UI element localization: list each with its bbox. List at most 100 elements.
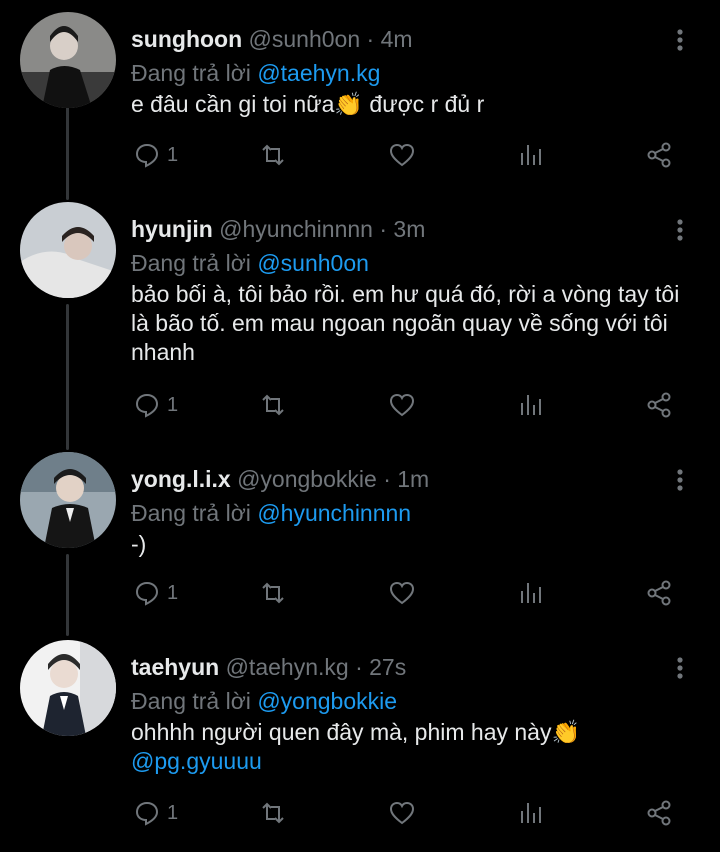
- avatar[interactable]: [20, 640, 116, 736]
- avatar[interactable]: [20, 12, 116, 108]
- share-icon: [647, 142, 671, 168]
- tweet-text: ohhhh người quen đây mà, phim hay này👏 @…: [131, 718, 691, 776]
- reply-button[interactable]: 1: [133, 138, 178, 172]
- tweet[interactable]: yong.l.i.x @yongbokkie · 1m Đang trả lời…: [0, 452, 720, 622]
- share-button[interactable]: [645, 138, 673, 172]
- tweet-text-part: bảo bối à, tôi bảo rồi. em hư quá đó, rờ…: [131, 281, 680, 365]
- retweet-button[interactable]: [259, 576, 287, 610]
- reply-count: 1: [167, 801, 179, 824]
- replying-mention[interactable]: @sunh0on: [257, 250, 369, 276]
- retweet-icon: [262, 144, 284, 166]
- reply-button[interactable]: 1: [133, 796, 178, 830]
- views-button[interactable]: [517, 388, 545, 422]
- reply-count: 1: [167, 143, 179, 166]
- action-bar: 1: [131, 576, 691, 610]
- share-button[interactable]: [645, 576, 673, 610]
- analytics-icon: [521, 803, 541, 823]
- share-icon: [647, 800, 671, 826]
- reply-count: 1: [167, 393, 179, 416]
- replying-label: Đang trả lời: [131, 500, 251, 526]
- share-button[interactable]: [645, 388, 673, 422]
- avatar[interactable]: [20, 452, 116, 548]
- tweet-text: bảo bối à, tôi bảo rồi. em hư quá đó, rờ…: [131, 280, 691, 367]
- analytics-icon: [521, 145, 541, 165]
- replying-mention[interactable]: @taehyn.kg: [257, 60, 380, 86]
- views-button[interactable]: [517, 796, 545, 830]
- tweet[interactable]: taehyun @taehyn.kg · 27s Đang trả lời @y…: [0, 640, 720, 840]
- replying-to: Đang trả lời @taehyn.kg: [131, 60, 380, 87]
- display-name[interactable]: taehyun: [131, 654, 219, 680]
- dot-separator: ·: [383, 466, 391, 492]
- display-name[interactable]: sunghoon: [131, 26, 242, 52]
- user-handle[interactable]: @yongbokkie: [237, 466, 377, 492]
- clapping-hands-emoji: 👏: [334, 91, 364, 117]
- tweet-text-part: -): [131, 531, 147, 557]
- reply-button[interactable]: 1: [133, 576, 178, 610]
- reply-icon: [135, 143, 159, 168]
- replying-mention[interactable]: @yongbokkie: [257, 688, 397, 714]
- share-icon: [647, 392, 671, 418]
- replying-label: Đang trả lời: [131, 60, 251, 86]
- views-button[interactable]: [517, 138, 545, 172]
- more-vertical-icon[interactable]: [670, 466, 690, 494]
- heart-icon: [389, 393, 415, 417]
- replying-label: Đang trả lời: [131, 688, 251, 714]
- timestamp[interactable]: 27s: [369, 654, 406, 680]
- timestamp[interactable]: 1m: [397, 466, 429, 492]
- dot-separator: ·: [366, 26, 375, 52]
- retweet-icon: [262, 582, 284, 604]
- views-button[interactable]: [517, 576, 545, 610]
- tweet-text: -): [131, 530, 691, 559]
- heart-icon: [389, 581, 415, 605]
- like-button[interactable]: [388, 576, 416, 610]
- more-vertical-icon[interactable]: [670, 216, 690, 244]
- action-bar: 1: [131, 138, 691, 172]
- timestamp[interactable]: 4m: [381, 26, 413, 52]
- share-button[interactable]: [645, 796, 673, 830]
- user-handle[interactable]: @taehyn.kg: [226, 654, 349, 680]
- retweet-button[interactable]: [259, 138, 287, 172]
- reply-button[interactable]: 1: [133, 388, 178, 422]
- tweet[interactable]: sunghoon @sunh0on · 4m Đang trả lời @tae…: [0, 12, 720, 192]
- timestamp[interactable]: 3m: [393, 216, 425, 242]
- dot-separator: ·: [379, 216, 388, 242]
- user-handle[interactable]: @hyunchinnnn: [219, 216, 373, 242]
- avatar[interactable]: [20, 202, 116, 298]
- user-handle[interactable]: @sunh0on: [249, 26, 361, 52]
- like-button[interactable]: [388, 796, 416, 830]
- more-vertical-icon[interactable]: [670, 26, 690, 54]
- replying-label: Đang trả lời: [131, 250, 251, 276]
- retweet-button[interactable]: [259, 796, 287, 830]
- tweet-header: taehyun @taehyn.kg · 27s: [131, 654, 406, 681]
- action-bar: 1: [131, 388, 691, 422]
- heart-icon: [389, 143, 415, 167]
- tweet-mention[interactable]: @pg.gyuuuu: [131, 748, 262, 774]
- reply-icon: [135, 801, 159, 826]
- more-vertical-icon[interactable]: [670, 654, 690, 682]
- reply-count: 1: [167, 581, 179, 604]
- retweet-button[interactable]: [259, 388, 287, 422]
- tweet-text-part: ohhhh người quen đây mà, phim hay này: [131, 719, 552, 745]
- display-name[interactable]: hyunjin: [131, 216, 213, 242]
- replying-mention[interactable]: @hyunchinnnn: [257, 500, 411, 526]
- heart-icon: [389, 801, 415, 825]
- tweet[interactable]: hyunjin @hyunchinnnn · 3m Đang trả lời @…: [0, 202, 720, 432]
- clapping-hands-emoji: 👏: [551, 719, 581, 745]
- tweet-header: hyunjin @hyunchinnnn · 3m: [131, 216, 425, 243]
- reply-icon: [135, 393, 159, 418]
- analytics-icon: [521, 583, 541, 603]
- analytics-icon: [521, 395, 541, 415]
- share-icon: [647, 580, 671, 606]
- tweet-text-part: e đâu cần gi toi nữa: [131, 91, 335, 117]
- tweet-text: e đâu cần gi toi nữa👏 được r đủ r: [131, 90, 691, 119]
- tweet-text-part: được r đủ r: [363, 91, 485, 117]
- dot-separator: ·: [355, 654, 363, 680]
- replying-to: Đang trả lời @yongbokkie: [131, 688, 397, 715]
- like-button[interactable]: [388, 388, 416, 422]
- tweet-header: yong.l.i.x @yongbokkie · 1m: [131, 466, 429, 493]
- tweet-header: sunghoon @sunh0on · 4m: [131, 26, 413, 53]
- display-name[interactable]: yong.l.i.x: [131, 466, 231, 492]
- like-button[interactable]: [388, 138, 416, 172]
- action-bar: 1: [131, 796, 691, 830]
- replying-to: Đang trả lời @sunh0on: [131, 250, 369, 277]
